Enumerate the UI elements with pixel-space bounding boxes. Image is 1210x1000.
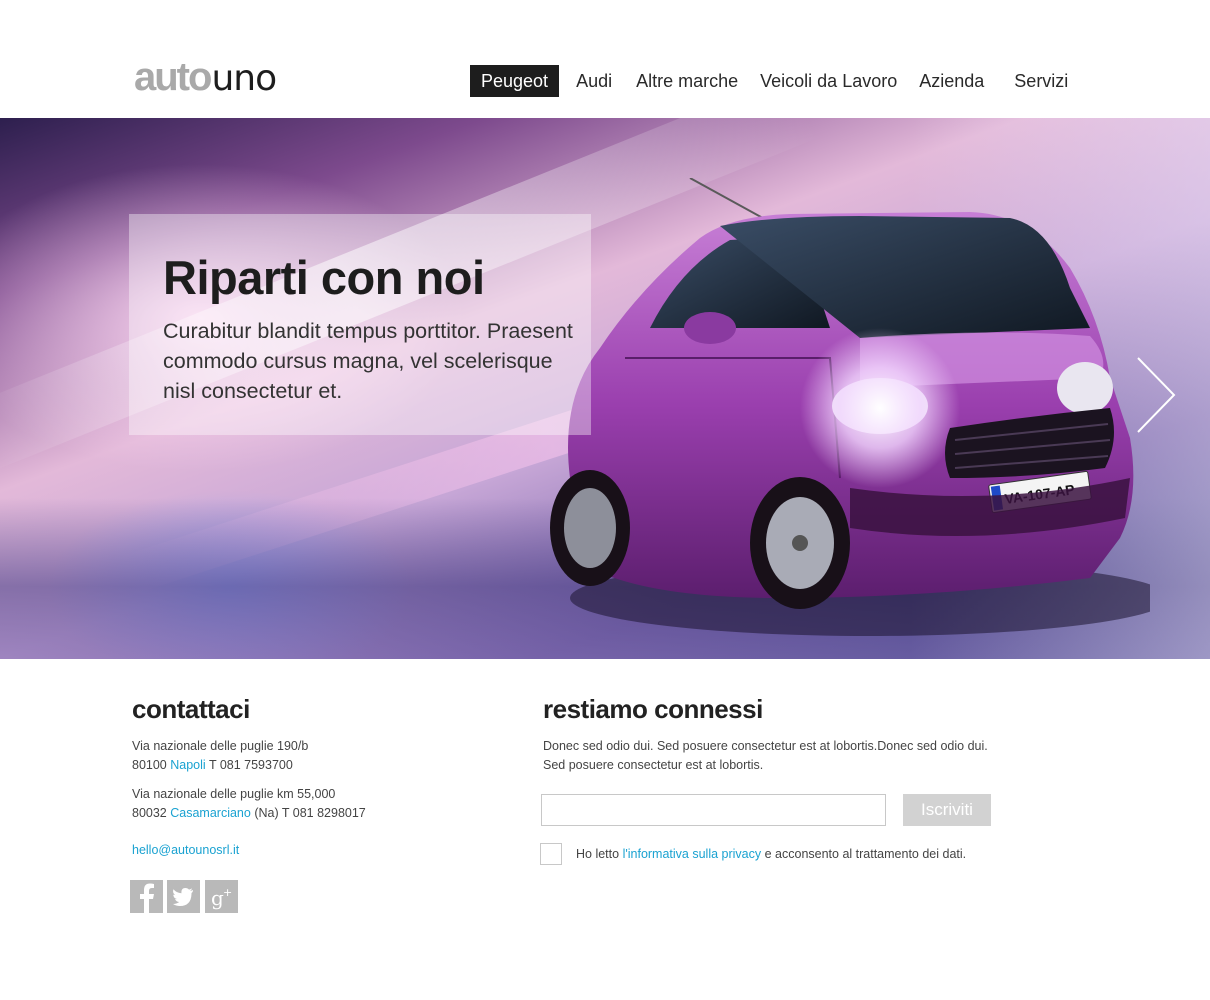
hero-title: Riparti con noi bbox=[163, 251, 485, 304]
newsletter-email-input[interactable] bbox=[541, 794, 886, 826]
address-1-city-link[interactable]: Napoli bbox=[170, 758, 205, 772]
hero-caption: Riparti con noi Curabitur blandit tempus… bbox=[129, 214, 591, 435]
logo-uno-text: uno bbox=[211, 58, 277, 99]
address-2-cap: 80032 bbox=[132, 806, 167, 820]
nav-item-audi[interactable]: Audi bbox=[565, 65, 623, 97]
hero-slider: VA-107-AP Riparti con noi Curabitur blan… bbox=[0, 118, 1210, 659]
address-2-city-line: 80032 Casamarciano (Na) T 081 8298017 bbox=[132, 804, 366, 823]
nav-item-servizi[interactable]: Servizi bbox=[1003, 65, 1079, 97]
nav-item-peugeot[interactable]: Peugeot bbox=[470, 65, 560, 97]
privacy-suffix: e acconsento al trattamento dei dati. bbox=[764, 847, 967, 861]
chevron-right-icon[interactable] bbox=[1134, 356, 1178, 434]
privacy-prefix: Ho letto bbox=[576, 847, 620, 861]
address-1-cap: 80100 bbox=[132, 758, 167, 772]
address-1: Via nazionale delle puglie 190/b 80100 N… bbox=[132, 737, 308, 775]
privacy-consent-text: Ho letto l'informativa sulla privacy e a… bbox=[576, 845, 966, 864]
svg-text:+: + bbox=[223, 886, 232, 899]
email-link[interactable]: hello@autounosrl.it bbox=[132, 841, 239, 860]
twitter-icon[interactable] bbox=[167, 880, 200, 913]
address-2-city-link[interactable]: Casamarciano bbox=[170, 806, 251, 820]
address-1-phone: T 081 7593700 bbox=[208, 758, 293, 772]
hero-text: Curabitur blandit tempus porttitor. Prae… bbox=[163, 319, 573, 403]
newsletter-title: restiamo connessi bbox=[543, 694, 763, 724]
nav-item-veicoli-da-lavoro[interactable]: Veicoli da Lavoro bbox=[749, 65, 908, 97]
privacy-checkbox[interactable] bbox=[540, 843, 562, 865]
contact-title: contattaci bbox=[132, 694, 250, 724]
car-image: VA-107-AP bbox=[550, 178, 1150, 636]
address-1-city-line: 80100 Napoli T 081 7593700 bbox=[132, 756, 308, 775]
logo[interactable]: auto uno bbox=[134, 55, 277, 99]
nav-item-azienda[interactable]: Azienda bbox=[908, 65, 995, 97]
google-plus-icon[interactable]: g + bbox=[205, 880, 238, 913]
address-2-street: Via nazionale delle puglie km 55,000 bbox=[132, 787, 336, 801]
address-1-street: Via nazionale delle puglie 190/b bbox=[132, 739, 309, 753]
privacy-policy-link[interactable]: l'informativa sulla privacy bbox=[623, 847, 762, 861]
newsletter-description: Donec sed odio dui. Sed posuere consecte… bbox=[543, 739, 988, 772]
address-2: Via nazionale delle puglie km 55,000 800… bbox=[132, 785, 366, 823]
subscribe-button[interactable]: Iscriviti bbox=[903, 794, 991, 826]
logo-auto-text: auto bbox=[134, 55, 212, 99]
main-nav: Peugeot Audi Altre marche Veicoli da Lav… bbox=[470, 65, 1079, 97]
facebook-icon[interactable] bbox=[130, 880, 163, 913]
address-2-rest: (Na) T 081 8298017 bbox=[254, 806, 366, 820]
nav-item-altre-marche[interactable]: Altre marche bbox=[625, 65, 749, 97]
